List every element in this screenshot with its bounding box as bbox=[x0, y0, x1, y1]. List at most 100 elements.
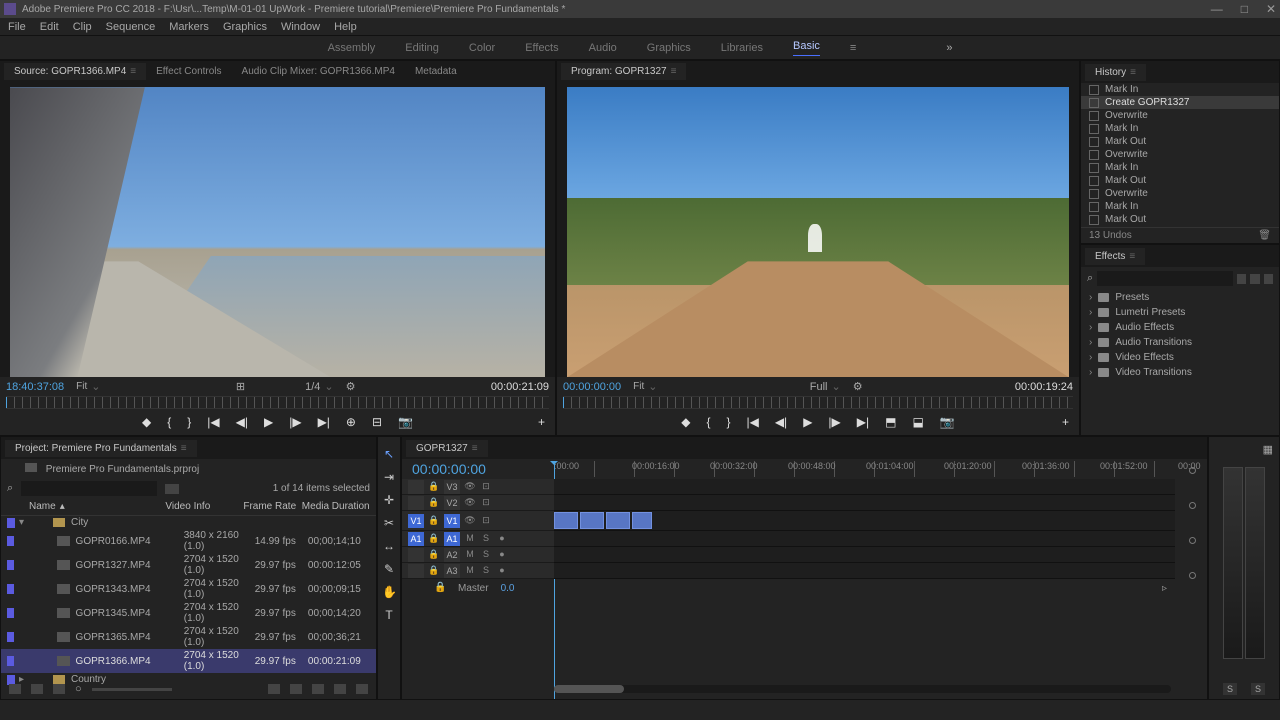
track-lock-icon[interactable]: 🔒 bbox=[428, 565, 440, 577]
history-item[interactable]: Mark In bbox=[1081, 83, 1279, 96]
new-item-icon[interactable] bbox=[290, 684, 302, 694]
source-ruler[interactable] bbox=[6, 396, 549, 409]
column-frame-rate[interactable]: Frame Rate bbox=[243, 501, 301, 512]
disclosure-triangle-icon[interactable]: ▾ bbox=[19, 517, 29, 528]
safe-margins-icon[interactable]: ⊞ bbox=[236, 380, 245, 393]
sync-lock-icon[interactable]: ⊡ bbox=[480, 515, 492, 527]
effects-category[interactable]: ›Presets bbox=[1081, 290, 1279, 305]
track-lock-icon[interactable]: 🔒 bbox=[428, 533, 440, 545]
mark-in-button[interactable]: { bbox=[706, 415, 710, 429]
tab-audio-clip-mixer[interactable]: Audio Clip Mixer: GOPR1366.MP4 bbox=[232, 63, 405, 80]
step-forward-button[interactable]: |▶ bbox=[828, 415, 840, 429]
overwrite-button[interactable]: ⊟ bbox=[372, 415, 382, 429]
track-lane[interactable] bbox=[554, 511, 1175, 531]
source-zoom-fit[interactable]: Fit bbox=[76, 381, 87, 392]
extract-button[interactable]: ⬓ bbox=[912, 415, 923, 429]
history-item[interactable]: Mark In bbox=[1081, 200, 1279, 213]
hand-tool[interactable]: ✋ bbox=[382, 585, 396, 599]
source-patch[interactable] bbox=[408, 548, 424, 562]
track-height-handle[interactable] bbox=[1189, 572, 1196, 579]
go-to-in-button[interactable]: |◀ bbox=[746, 415, 758, 429]
chevron-down-icon[interactable]: ⌄ bbox=[648, 380, 657, 393]
rubber-band-icon[interactable]: ▹ bbox=[1162, 583, 1167, 594]
menu-graphics[interactable]: Graphics bbox=[223, 21, 267, 33]
source-patch[interactable] bbox=[408, 480, 424, 494]
chevron-down-icon[interactable]: ⌄ bbox=[91, 380, 100, 393]
toggle-track-output-icon[interactable]: 👁 bbox=[464, 497, 476, 509]
history-item[interactable]: Mark Out bbox=[1081, 174, 1279, 187]
tab-history[interactable]: History≡ bbox=[1085, 64, 1146, 81]
tab-sequence[interactable]: GOPR1327≡ bbox=[406, 440, 488, 457]
source-patch[interactable] bbox=[408, 564, 424, 578]
workspace-overflow[interactable]: » bbox=[946, 42, 952, 54]
solo-icon[interactable]: S bbox=[480, 565, 492, 577]
thumbnail-size-slider[interactable] bbox=[92, 688, 172, 691]
menu-help[interactable]: Help bbox=[334, 21, 357, 33]
sync-lock-icon[interactable]: ⊡ bbox=[480, 497, 492, 509]
track-lane[interactable] bbox=[554, 495, 1175, 511]
workspace-audio[interactable]: Audio bbox=[589, 42, 617, 54]
track-height-handle[interactable] bbox=[1189, 467, 1196, 474]
track-height-handle[interactable] bbox=[1189, 502, 1196, 509]
freeform-view-icon[interactable] bbox=[53, 684, 65, 694]
menu-edit[interactable]: Edit bbox=[40, 21, 59, 33]
mute-icon[interactable]: M bbox=[464, 533, 476, 545]
panel-menu-icon[interactable]: ▦ bbox=[1263, 443, 1273, 456]
step-forward-button[interactable]: |▶ bbox=[289, 415, 301, 429]
fx-badge-icon[interactable] bbox=[1237, 274, 1246, 284]
program-resolution[interactable]: Full bbox=[810, 381, 828, 393]
workspace-assembly[interactable]: Assembly bbox=[328, 42, 376, 54]
add-marker-button[interactable]: ◆ bbox=[142, 415, 151, 429]
new-bin-icon[interactable] bbox=[268, 684, 280, 694]
track-lane[interactable] bbox=[554, 531, 1175, 547]
toggle-track-output-icon[interactable]: 👁 bbox=[464, 515, 476, 527]
voice-over-icon[interactable]: ● bbox=[496, 533, 508, 545]
timeline-ruler[interactable]: :00:0000:00:16:0000:00:32:0000:00:48:000… bbox=[554, 461, 1175, 477]
fx-badge-icon[interactable] bbox=[1250, 274, 1259, 284]
icon-view-icon[interactable] bbox=[31, 684, 43, 694]
tab-program[interactable]: Program: GOPR1327≡ bbox=[561, 63, 686, 80]
history-item[interactable]: Mark In bbox=[1081, 122, 1279, 135]
pen-tool[interactable]: ✎ bbox=[382, 562, 396, 576]
timeline-timecode[interactable]: 00:00:00:00 bbox=[408, 461, 490, 477]
workspace-effects[interactable]: Effects bbox=[525, 42, 558, 54]
track-target[interactable]: A3 bbox=[444, 564, 460, 578]
source-viewer[interactable] bbox=[0, 81, 555, 377]
timeline-clip[interactable] bbox=[554, 512, 578, 529]
insert-button[interactable]: ⊕ bbox=[346, 415, 356, 429]
tab-effects[interactable]: Effects≡ bbox=[1085, 248, 1145, 265]
close-button[interactable]: ✕ bbox=[1266, 2, 1276, 16]
track-select-tool[interactable]: ⇥ bbox=[382, 470, 396, 484]
export-frame-button[interactable]: 📷 bbox=[940, 415, 955, 429]
button-editor[interactable]: + bbox=[1062, 415, 1069, 429]
history-item[interactable]: Mark Out bbox=[1081, 213, 1279, 226]
menu-window[interactable]: Window bbox=[281, 21, 320, 33]
source-patch[interactable]: V1 bbox=[408, 514, 424, 528]
track-lock-icon[interactable]: 🔒 bbox=[428, 515, 440, 527]
menu-sequence[interactable]: Sequence bbox=[106, 21, 156, 33]
effects-category[interactable]: ›Video Transitions bbox=[1081, 365, 1279, 380]
menu-clip[interactable]: Clip bbox=[73, 21, 92, 33]
voice-over-icon[interactable]: ● bbox=[496, 565, 508, 577]
mute-icon[interactable]: M bbox=[464, 565, 476, 577]
find-icon[interactable] bbox=[312, 684, 324, 694]
history-item[interactable]: Mark In bbox=[1081, 161, 1279, 174]
project-clip-row[interactable]: GOPR1365.MP42704 x 1520 (1.0)29.97 fps00… bbox=[1, 625, 376, 649]
history-item[interactable]: Overwrite bbox=[1081, 148, 1279, 161]
project-clip-row[interactable]: GOPR0166.MP43840 x 2160 (1.0)14.99 fps00… bbox=[1, 529, 376, 553]
workspace-graphics[interactable]: Graphics bbox=[647, 42, 691, 54]
project-clip-row[interactable]: GOPR1366.MP42704 x 1520 (1.0)29.97 fps00… bbox=[1, 649, 376, 673]
slip-tool[interactable]: ↔ bbox=[382, 539, 396, 553]
voice-over-icon[interactable]: ● bbox=[496, 549, 508, 561]
toggle-track-output-icon[interactable]: 👁 bbox=[464, 481, 476, 493]
play-button[interactable]: ▶ bbox=[264, 415, 273, 429]
effects-category[interactable]: ›Video Effects bbox=[1081, 350, 1279, 365]
menu-markers[interactable]: Markers bbox=[169, 21, 209, 33]
tab-project[interactable]: Project: Premiere Pro Fundamentals≡ bbox=[5, 440, 197, 457]
source-patch[interactable] bbox=[408, 496, 424, 510]
tab-source[interactable]: Source: GOPR1366.MP4≡ bbox=[4, 63, 146, 80]
solo-left-button[interactable]: S bbox=[1223, 683, 1237, 695]
list-view-icon[interactable] bbox=[9, 684, 21, 694]
track-lane[interactable] bbox=[554, 547, 1175, 563]
add-marker-button[interactable]: ◆ bbox=[681, 415, 690, 429]
